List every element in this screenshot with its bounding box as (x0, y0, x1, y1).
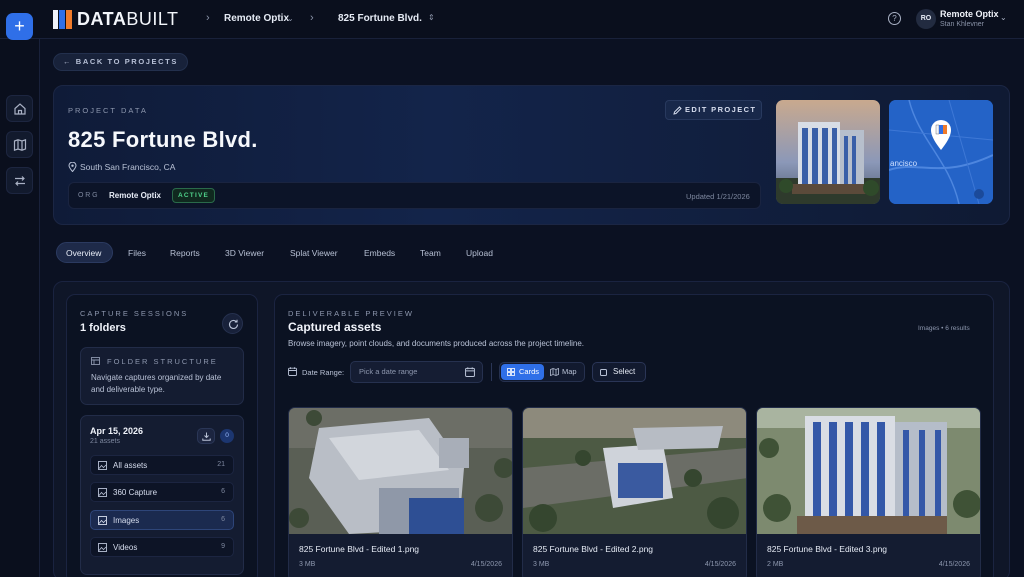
home-button[interactable] (6, 95, 33, 122)
user-subtitle: Stan Khlevner (940, 21, 984, 28)
asset-name: 825 Fortune Blvd - Edited 3.png (767, 544, 888, 554)
image-icon (98, 461, 107, 470)
folder-item-360-capture[interactable]: 360 Capture 6 (90, 482, 234, 502)
folder-structure-title: FOLDER STRUCTURE (107, 357, 218, 366)
image-icon (98, 543, 107, 552)
map-button[interactable] (6, 131, 33, 158)
date-range-label: Date Range: (302, 368, 345, 377)
asset-size: 3 MB (533, 561, 550, 568)
logo-mark-icon (53, 10, 72, 29)
tab-embeds[interactable]: Embeds (364, 248, 395, 258)
tab-reports[interactable]: Reports (170, 248, 200, 258)
logo[interactable]: DATABUILT (53, 9, 179, 30)
toolbar-divider (491, 363, 492, 381)
tab-splat-viewer[interactable]: Splat Viewer (290, 248, 338, 258)
tab-overview[interactable]: Overview (66, 248, 101, 258)
asset-size: 2 MB (767, 561, 784, 568)
project-building-image[interactable] (776, 100, 880, 204)
date-range-input[interactable]: Pick a date range (350, 361, 483, 383)
checkbox-icon (600, 369, 607, 376)
project-map-thumbnail[interactable] (889, 100, 993, 204)
asset-thumbnail (289, 408, 512, 534)
asset-date: 4/15/2026 (938, 561, 970, 568)
transfer-button[interactable] (6, 167, 33, 194)
project-title: 825 Fortune Blvd. (68, 127, 258, 152)
home-icon (14, 103, 26, 115)
chevron-down-icon[interactable]: ⌄ (1000, 13, 1007, 22)
status-badge: ACTIVE (172, 188, 216, 203)
asset-date: 4/15/2026 (470, 561, 502, 568)
asset-date: 4/15/2026 (704, 561, 736, 568)
add-button[interactable]: + (6, 13, 33, 40)
asset-size: 3 MB (299, 561, 316, 568)
avatar[interactable]: RO (916, 9, 936, 29)
chevron-down-icon[interactable]: ⌄ (287, 14, 294, 23)
deliverable-preview-label: DELIVERABLE PREVIEW (288, 309, 414, 318)
asset-name: 825 Fortune Blvd - Edited 2.png (533, 544, 654, 554)
folder-item-all-assets[interactable]: All assets 21 (90, 455, 234, 475)
chevron-updown-icon[interactable]: ⇕ (428, 13, 435, 22)
breadcrumb-org[interactable]: Remote Optix (224, 13, 289, 24)
grid-icon (507, 368, 515, 376)
selection-count-badge: 0 (220, 429, 234, 443)
results-count: Images • 6 results (918, 325, 970, 332)
capture-sessions-label: CAPTURE SESSIONS (80, 309, 189, 318)
help-icon[interactable]: ? (888, 12, 901, 25)
asset-thumbnail (523, 408, 746, 534)
logo-text: DATABUILT (77, 9, 179, 29)
asset-thumbnail (757, 408, 980, 534)
location-pin-icon (68, 162, 77, 172)
map-icon (550, 368, 559, 376)
map-place-label: ancisco (890, 159, 918, 168)
calendar-icon (465, 367, 475, 377)
updated-timestamp: Updated 1/21/2026 (686, 192, 750, 201)
breadcrumb-project[interactable]: 825 Fortune Blvd. (338, 13, 422, 24)
asset-name: 825 Fortune Blvd - Edited 1.png (299, 544, 420, 554)
folder-item-videos[interactable]: Videos 9 (90, 537, 234, 557)
edit-project-button[interactable]: EDIT PROJECT (665, 100, 762, 120)
deliverables-description: Browse imagery, point clouds, and docume… (288, 339, 585, 348)
folder-item-images[interactable]: Images 6 (90, 510, 234, 530)
org-name: Remote Optix (109, 191, 162, 200)
select-button[interactable]: Select (592, 362, 646, 382)
image-icon (98, 488, 107, 497)
session-date[interactable]: Apr 15, 2026 (90, 426, 143, 436)
download-button[interactable] (197, 428, 215, 444)
deliverables-title: Captured assets (288, 320, 382, 334)
chevron-right-icon: › (206, 12, 210, 24)
session-asset-count: 21 assets (90, 438, 120, 445)
project-location: South San Francisco, CA (80, 162, 176, 172)
chevron-right-icon: › (310, 12, 314, 24)
project-section-label: PROJECT DATA (68, 106, 148, 115)
transfer-icon (15, 176, 25, 186)
map-view-button[interactable]: Map (549, 364, 577, 380)
download-icon (202, 432, 211, 441)
asset-card[interactable]: 825 Fortune Blvd - Edited 1.png 3 MB 4/1… (288, 407, 513, 577)
refresh-button[interactable] (222, 313, 243, 334)
folder-structure-icon (91, 357, 100, 365)
tab-upload[interactable]: Upload (466, 248, 493, 258)
refresh-icon (228, 319, 239, 329)
asset-card[interactable]: 825 Fortune Blvd - Edited 2.png 3 MB 4/1… (522, 407, 747, 577)
pencil-icon (673, 106, 682, 115)
tab-team[interactable]: Team (420, 248, 441, 258)
tab-files[interactable]: Files (128, 248, 146, 258)
back-to-projects-button[interactable]: ← BACK TO PROJECTS (53, 53, 188, 71)
folder-structure-description: Navigate captures organized by date and … (91, 373, 222, 394)
folder-count: 1 folders (80, 322, 126, 334)
image-icon (98, 516, 107, 525)
org-label: ORG (78, 192, 100, 199)
tab-3d-viewer[interactable]: 3D Viewer (225, 248, 264, 258)
cards-view-button[interactable]: Cards (501, 364, 544, 380)
user-name[interactable]: Remote Optix (940, 9, 999, 19)
asset-card[interactable]: 825 Fortune Blvd - Edited 3.png 2 MB 4/1… (756, 407, 981, 577)
calendar-icon (288, 367, 297, 376)
map-icon (13, 138, 27, 152)
